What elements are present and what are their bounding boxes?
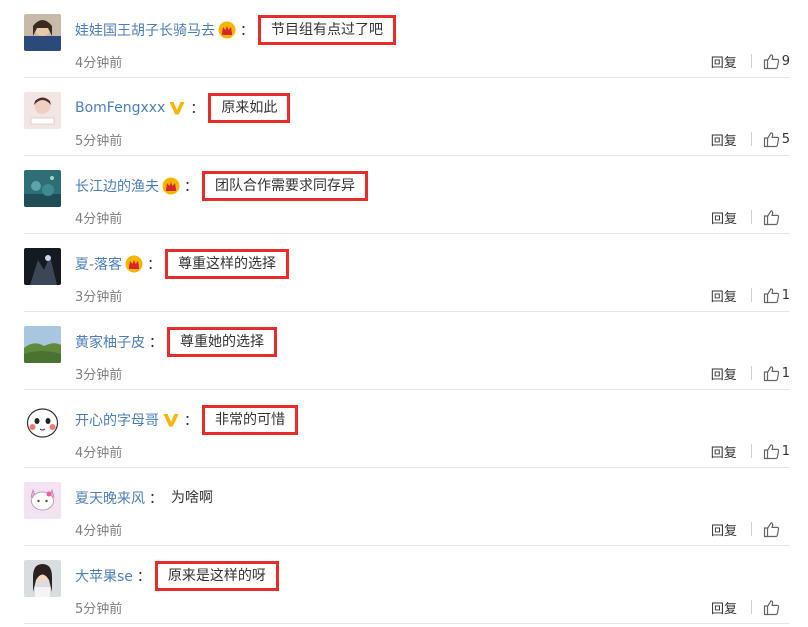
- comment-text: 节目组有点过了吧: [258, 15, 396, 45]
- timestamp: 3分钟前: [75, 368, 123, 383]
- username-link[interactable]: 黄家柚子皮: [75, 332, 145, 352]
- timestamp: 5分钟前: [75, 602, 123, 617]
- verified-v-icon: [162, 411, 180, 429]
- timestamp: 4分钟前: [75, 446, 123, 461]
- thumbs-up-icon[interactable]: [763, 53, 780, 70]
- reply-button[interactable]: 回复: [711, 364, 737, 383]
- comment-text: 尊重她的选择: [167, 327, 277, 357]
- action-divider: [750, 54, 752, 68]
- action-divider: [751, 600, 752, 614]
- comment-text: 原来如此: [208, 93, 291, 123]
- like-count: 1: [781, 365, 790, 381]
- reply-button[interactable]: 回复: [711, 52, 737, 71]
- action-divider: [750, 444, 752, 458]
- colon-separator: ：: [136, 569, 151, 585]
- comment-item: 夏天晚来风 ： 为啥啊 4分钟前 回复: [0, 468, 808, 546]
- comment-text: 为啥啊: [171, 490, 213, 506]
- comment-text: 原来是这样的呀: [154, 561, 279, 591]
- avatar[interactable]: [24, 14, 61, 51]
- action-divider: [750, 288, 752, 302]
- thumbs-up-icon[interactable]: [763, 131, 780, 148]
- avatar[interactable]: [24, 170, 61, 207]
- crown-icon: [125, 255, 143, 273]
- comment-item: 夏-落客 ： 尊重这样的选择 3分钟前 回复 1: [0, 234, 808, 312]
- divider: [24, 623, 790, 624]
- like-count: 5: [781, 131, 790, 147]
- action-divider: [750, 366, 752, 380]
- timestamp: 3分钟前: [75, 290, 123, 305]
- username-link[interactable]: 开心的字母哥: [75, 410, 159, 430]
- username-link[interactable]: 娃娃国王胡子长骑马去: [75, 20, 215, 40]
- avatar[interactable]: [24, 248, 61, 285]
- colon-separator: ：: [147, 257, 162, 273]
- like-count: 1: [781, 287, 790, 303]
- avatar[interactable]: [24, 404, 61, 441]
- reply-button[interactable]: 回复: [711, 130, 737, 149]
- comment-item: 大苹果se ： 原来是这样的呀 5分钟前 回复: [0, 546, 808, 624]
- comment-item: 长江边的渔夫 ： 团队合作需要求同存异 4分钟前 回复: [0, 156, 808, 234]
- username-link[interactable]: BomFengxxx: [75, 100, 165, 116]
- reply-button[interactable]: 回复: [711, 208, 737, 227]
- crown-icon: [218, 21, 236, 39]
- avatar[interactable]: [24, 326, 61, 363]
- thumbs-up-icon[interactable]: [763, 521, 780, 538]
- username-link[interactable]: 长江边的渔夫: [75, 176, 159, 196]
- thumbs-up-icon[interactable]: [763, 443, 780, 460]
- colon-separator: ：: [184, 413, 198, 429]
- action-divider: [750, 132, 752, 146]
- reply-button[interactable]: 回复: [711, 442, 737, 461]
- colon-separator: ：: [184, 179, 198, 195]
- reply-button[interactable]: 回复: [711, 286, 737, 305]
- timestamp: 4分钟前: [75, 524, 123, 539]
- timestamp: 4分钟前: [75, 56, 123, 71]
- thumbs-up-icon[interactable]: [763, 365, 780, 382]
- colon-separator: ：: [149, 335, 163, 351]
- comment-text: 团队合作需要求同存异: [202, 171, 368, 201]
- like-count: 9: [781, 53, 790, 69]
- timestamp: 4分钟前: [75, 212, 123, 227]
- comment-item: 黄家柚子皮 ： 尊重她的选择 3分钟前 回复 1: [0, 312, 808, 390]
- thumbs-up-icon[interactable]: [763, 599, 780, 616]
- username-link[interactable]: 夏天晚来风: [75, 488, 145, 508]
- reply-button[interactable]: 回复: [711, 520, 737, 539]
- comment-item: 开心的字母哥 ： 非常的可惜 4分钟前 回复 1: [0, 390, 808, 468]
- avatar[interactable]: [24, 560, 61, 597]
- colon-separator: ：: [149, 491, 163, 507]
- colon-separator: ：: [190, 101, 205, 117]
- comment-item: 娃娃国王胡子长骑马去 ： 节目组有点过了吧 4分钟前 回复 9: [0, 0, 808, 78]
- like-count: 1: [781, 443, 790, 459]
- verified-v-icon: [168, 99, 186, 117]
- thumbs-up-icon[interactable]: [763, 287, 780, 304]
- username-link[interactable]: 大苹果se: [75, 566, 133, 586]
- avatar[interactable]: [24, 482, 61, 519]
- reply-button[interactable]: 回复: [711, 598, 737, 617]
- comment-text: 非常的可惜: [202, 405, 298, 435]
- avatar[interactable]: [24, 92, 61, 129]
- comment-text: 尊重这样的选择: [165, 249, 290, 279]
- colon-separator: ：: [240, 23, 254, 39]
- comment-item: BomFengxxx ： 原来如此 5分钟前 回复 5: [0, 78, 808, 156]
- crown-icon: [162, 177, 180, 195]
- username-link[interactable]: 夏-落客: [75, 254, 122, 274]
- thumbs-up-icon[interactable]: [763, 209, 780, 226]
- timestamp: 5分钟前: [75, 134, 123, 149]
- action-divider: [751, 522, 752, 536]
- action-divider: [751, 210, 752, 224]
